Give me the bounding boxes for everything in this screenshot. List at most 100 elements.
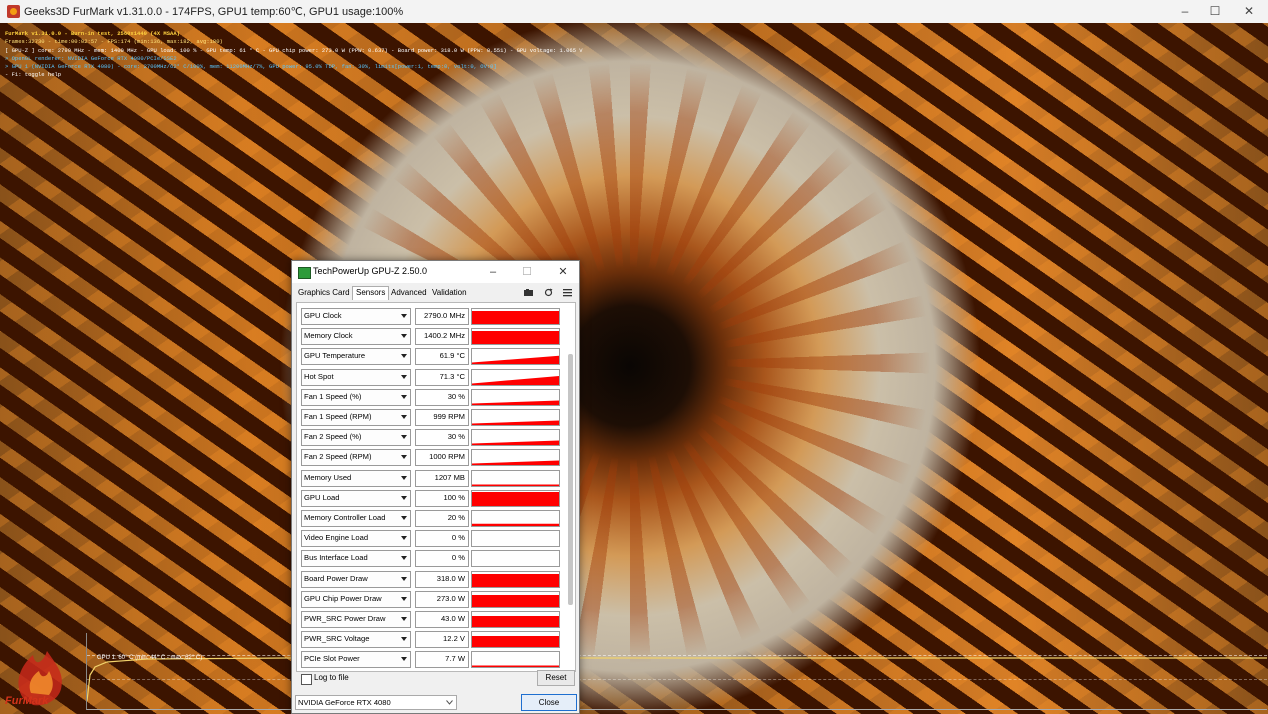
gpuz-minimize-button[interactable]: – xyxy=(480,264,506,280)
sensor-row: GPU Temperature 61.9 °C xyxy=(301,348,561,366)
sensor-graph-fill xyxy=(472,484,559,486)
sensor-graph xyxy=(471,449,560,467)
sensor-name-dropdown[interactable]: Fan 2 Speed (%) xyxy=(301,429,411,447)
sensor-graph-fill xyxy=(472,665,559,668)
gpuz-maximize-button[interactable]: ☐ xyxy=(514,264,540,280)
sensor-name-dropdown[interactable]: GPU Clock xyxy=(301,308,411,325)
tab-validation[interactable]: Validation xyxy=(432,288,467,297)
sensor-graph-fill xyxy=(472,636,559,648)
sensor-name-dropdown[interactable]: PWR_SRC Power Draw xyxy=(301,611,411,628)
sensor-name-dropdown[interactable]: Video Engine Load xyxy=(301,530,411,548)
sensor-graph-fill xyxy=(472,420,559,425)
sensor-value-box: 1400.2 MHz xyxy=(415,328,469,346)
close-button[interactable]: Close xyxy=(521,694,577,711)
camera-icon[interactable] xyxy=(523,287,534,298)
overlay-line-frames: Frames:32730 - time:00:02:57 - FPS:174 (… xyxy=(5,38,223,46)
sensor-name-dropdown[interactable]: Board Power Draw xyxy=(301,570,411,588)
sensor-value: 273.0 W xyxy=(436,593,465,603)
sensor-graph-fill xyxy=(472,440,559,446)
sensor-graph-fill xyxy=(472,523,559,526)
sensor-graph xyxy=(471,469,560,487)
sensor-name-dropdown[interactable]: Hot Spot xyxy=(301,368,411,386)
sensor-value: 2790.0 MHz xyxy=(424,311,465,320)
sensor-graph-fill xyxy=(472,311,559,324)
overlay-line-gpuz: [ GPU-Z ] core: 2790 MHz - mem: 1400 MHz… xyxy=(5,46,583,54)
sensor-name-dropdown[interactable]: GPU Temperature xyxy=(301,348,411,366)
sensor-name-dropdown[interactable]: Bus Interface Load xyxy=(301,550,411,568)
sensor-value-box: 30 % xyxy=(415,429,469,447)
sensor-scrollbar[interactable] xyxy=(568,354,573,605)
furmark-render-area[interactable]: FurMark v1.31.0.0 - Burn-in test, 2560x1… xyxy=(0,23,1268,714)
sensor-graph xyxy=(471,550,560,568)
sensor-row: PWR_SRC Voltage 12.2 V xyxy=(301,631,561,649)
sensor-name-dropdown[interactable]: Memory Controller Load xyxy=(301,510,411,527)
sensor-name-dropdown[interactable]: Memory Clock xyxy=(301,328,411,346)
sensor-value: 1000 RPM xyxy=(429,452,465,462)
sensor-graph-fill xyxy=(472,594,559,607)
maximize-button[interactable]: ☐ xyxy=(1200,3,1230,19)
sensor-graph-fill xyxy=(472,616,559,627)
tab-graphics-card[interactable]: Graphics Card xyxy=(298,288,350,297)
dropdown-arrow-icon xyxy=(401,536,407,541)
dropdown-arrow-icon xyxy=(401,576,407,581)
sensor-name: Memory Clock xyxy=(304,331,353,341)
sensor-name-dropdown[interactable]: Fan 1 Speed (%) xyxy=(301,388,411,406)
sensor-name-dropdown[interactable]: PWR_SRC Voltage xyxy=(301,631,411,649)
dropdown-arrow-icon xyxy=(401,435,407,440)
sensor-name-dropdown[interactable]: Memory Used xyxy=(301,469,411,487)
sensor-name: PWR_SRC Voltage xyxy=(304,634,370,644)
sensor-value-box: 0 % xyxy=(415,530,469,548)
sensor-value-box: 71.3 °C xyxy=(415,368,469,386)
sensor-value: 20 % xyxy=(447,513,465,522)
dropdown-arrow-icon xyxy=(401,637,407,642)
sensor-row: Memory Clock 1400.2 MHz xyxy=(301,328,561,346)
sensor-graph xyxy=(471,348,560,366)
close-window-button[interactable]: ✕ xyxy=(1234,3,1264,19)
sensor-graph xyxy=(471,570,560,588)
sensor-name: Fan 2 Speed (RPM) xyxy=(304,452,372,462)
sensor-value: 7.7 W xyxy=(445,654,465,664)
menu-icon[interactable] xyxy=(562,287,573,298)
sensor-name-dropdown[interactable]: GPU Load xyxy=(301,489,411,507)
sensor-name-dropdown[interactable]: PCIe Slot Power xyxy=(301,651,411,669)
sensor-value: 0 % xyxy=(451,533,465,543)
sensor-row: Video Engine Load 0 % xyxy=(301,530,561,548)
sensor-value-box: 12.2 V xyxy=(415,631,469,649)
gpu-device-select[interactable]: NVIDIA GeForce RTX 4080 xyxy=(295,695,457,710)
sensor-graph xyxy=(471,510,560,527)
sensor-name-dropdown[interactable]: GPU Chip Power Draw xyxy=(301,590,411,608)
sensor-value: 61.9 °C xyxy=(439,351,465,361)
overlay-line-gpu1: > GPU 1 (NVIDIA GeForce RTX 4080) - core… xyxy=(5,63,497,71)
dropdown-arrow-icon xyxy=(401,314,407,318)
sensor-row: Fan 2 Speed (%) 30 % xyxy=(301,429,561,447)
sensor-name-dropdown[interactable]: Fan 2 Speed (RPM) xyxy=(301,449,411,467)
overlay-line-renderer: > OpenGL renderer: NVIDIA GeForce RTX 40… xyxy=(5,54,177,62)
sensor-graph xyxy=(471,409,560,426)
sensor-row: Fan 2 Speed (RPM) 1000 RPM xyxy=(301,449,561,467)
reset-button[interactable]: Reset xyxy=(537,670,575,686)
sensor-graph xyxy=(471,388,560,406)
sensor-value-box: 2790.0 MHz xyxy=(415,308,469,325)
sensor-name: Bus Interface Load xyxy=(304,553,368,563)
minimize-button[interactable]: – xyxy=(1170,3,1200,19)
dropdown-arrow-icon xyxy=(401,657,407,662)
log-to-file-checkbox[interactable] xyxy=(301,674,312,685)
tab-advanced[interactable]: Advanced xyxy=(391,288,427,297)
tab-sensors[interactable]: Sensors xyxy=(352,286,390,300)
dropdown-arrow-icon xyxy=(401,596,407,601)
sensor-name: GPU Chip Power Draw xyxy=(304,593,382,603)
gpuz-close-button[interactable]: ✕ xyxy=(550,264,576,280)
dropdown-arrow-icon xyxy=(401,394,407,399)
dropdown-arrow-icon xyxy=(401,354,407,359)
sensor-value-box: 999 RPM xyxy=(415,409,469,426)
sensor-value-box: 43.0 W xyxy=(415,611,469,628)
sensor-value-box: 30 % xyxy=(415,388,469,406)
sensor-row: Bus Interface Load 0 % xyxy=(301,550,561,568)
sensor-name-dropdown[interactable]: Fan 1 Speed (RPM) xyxy=(301,409,411,426)
sensor-graph-fill xyxy=(472,356,559,365)
sensor-list-panel: GPU Clock 2790.0 MHz Memory Clock 1400.2 MH… xyxy=(296,302,576,672)
furmark-app-icon xyxy=(7,5,20,18)
sensor-name: Hot Spot xyxy=(304,371,334,381)
refresh-icon[interactable] xyxy=(543,287,554,298)
gpu-device-value: NVIDIA GeForce RTX 4080 xyxy=(298,698,391,707)
